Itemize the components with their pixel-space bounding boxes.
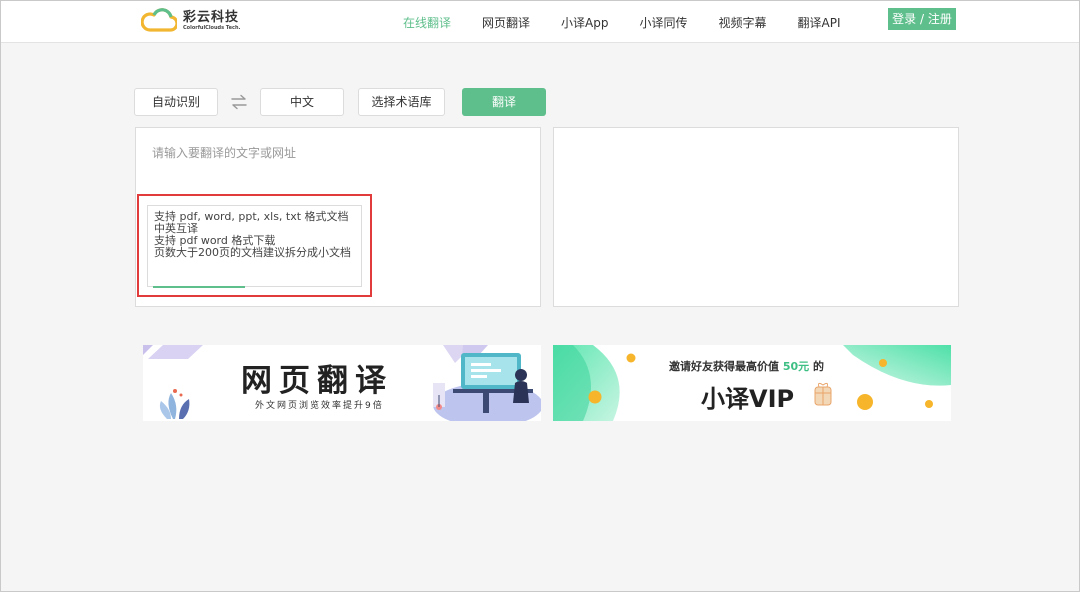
nav-online-translate[interactable]: 在线翻译	[403, 14, 451, 31]
vip-reward-amount: 50元	[782, 360, 810, 373]
output-panel	[553, 127, 959, 307]
vip-tagline-suffix: 的	[809, 360, 824, 373]
brand-logo[interactable]: 彩云科技 ColorfulClouds Tech.	[141, 7, 240, 35]
source-text-input[interactable]	[146, 138, 526, 188]
brand-name: 彩云科技	[183, 10, 240, 25]
vip-banner-title: 小译VIP	[701, 385, 795, 413]
tip-line: 页数大于200页的文档建议拆分成小文档	[154, 246, 351, 259]
upload-button-edge[interactable]	[153, 286, 245, 288]
document-upload-tip[interactable]: 支持 pdf, word, ppt, xls, txt 格式文档中英互译 支持 …	[147, 205, 362, 287]
vip-tagline-prefix: 邀请好友获得最高价值	[669, 360, 783, 373]
swap-arrows-icon[interactable]	[230, 94, 248, 110]
top-header: 彩云科技 ColorfulClouds Tech. 在线翻译 网页翻译 小译Ap…	[1, 1, 1079, 43]
translate-button[interactable]: 翻译	[462, 88, 546, 116]
brand-name-en: ColorfulClouds Tech.	[183, 25, 241, 31]
nav-xiaoyi-app[interactable]: 小译App	[561, 14, 608, 31]
nav-video-subtitles[interactable]: 视频字幕	[719, 14, 767, 31]
nav-simultaneous[interactable]: 小译同传	[639, 14, 687, 31]
web-banner-subtitle: 外文网页浏览效率提升9倍	[255, 401, 384, 411]
main-nav: 在线翻译 网页翻译 小译App 小译同传 视频字幕 翻译API	[390, 1, 841, 43]
vip-banner-tagline: 邀请好友获得最高价值 50元 的	[669, 358, 824, 374]
tip-line: 支持 pdf, word, ppt, xls, txt 格式文档中英互译	[154, 210, 349, 235]
glossary-select-button[interactable]: 选择术语库	[358, 88, 445, 116]
nav-web-translate[interactable]: 网页翻译	[482, 14, 530, 31]
app-frame: 彩云科技 ColorfulClouds Tech. 在线翻译 网页翻译 小译Ap…	[0, 0, 1080, 592]
source-language-select[interactable]: 自动识别	[134, 88, 218, 116]
web-banner-title: 网页翻译	[241, 363, 393, 399]
cloud-logo-icon	[141, 8, 177, 32]
target-language-select[interactable]: 中文	[260, 88, 344, 116]
nav-translate-api[interactable]: 翻译API	[798, 14, 841, 31]
login-register-button[interactable]: 登录 / 注册	[888, 8, 956, 30]
